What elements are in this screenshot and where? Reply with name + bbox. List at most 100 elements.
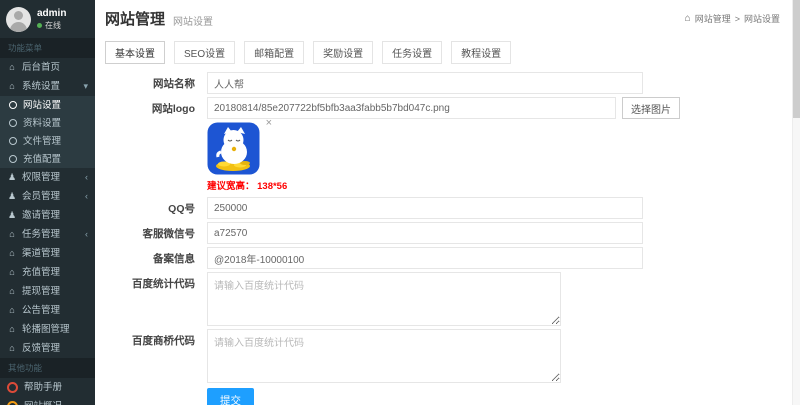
tab-seo-settings[interactable]: SEO设置 [174, 41, 235, 64]
tab-reward-settings[interactable]: 奖励设置 [313, 41, 373, 64]
sidebar-item-invite-manage[interactable]: ♟ 邀请管理 [0, 206, 95, 225]
sidebar-item-label: 充值配置 [23, 154, 61, 165]
sidebar-item-label: 会员管理 [22, 191, 60, 202]
user-info: admin 在线 [37, 8, 66, 31]
sidebar-item-label: 渠道管理 [22, 248, 60, 259]
orange-circle-icon [7, 401, 18, 405]
breadcrumb-parent[interactable]: 网站管理 [695, 12, 731, 25]
baidu-stats-textarea[interactable] [207, 272, 561, 326]
breadcrumb-separator: > [735, 14, 740, 24]
sidebar-item-site-overview[interactable]: 网站概况 [0, 397, 95, 405]
home-icon: ⌂ [7, 305, 17, 316]
topbar: 网站管理 网站设置 ⌂ 网站管理 > 网站设置 [95, 0, 800, 31]
sidebar-item-task-manage[interactable]: ⌂ 任务管理 ‹ [0, 225, 95, 244]
icp-label: 备案信息 [95, 247, 207, 266]
sidebar-item-notice-manage[interactable]: ⌂ 公告管理 [0, 301, 95, 320]
page-subtitle: 网站设置 [173, 13, 213, 28]
logo-size-hint: 建议宽高： 138*56 [207, 175, 800, 197]
site-logo-preview-image [207, 122, 260, 175]
chevron-left-icon: ‹ [85, 172, 88, 183]
sidebar-item-label: 资料设置 [23, 118, 61, 129]
submit-button[interactable]: 提交 [207, 388, 254, 405]
qq-input[interactable] [207, 197, 643, 219]
wechat-row: 客服微信号 [95, 222, 800, 244]
sidebar-item-recharge-config[interactable]: 充值配置 [0, 150, 95, 168]
tab-basic-settings[interactable]: 基本设置 [105, 41, 165, 64]
main-content: 网站管理 网站设置 ⌂ 网站管理 > 网站设置 基本设置 SEO设置 邮箱配置 … [95, 0, 800, 405]
submit-row: 提交 [207, 388, 800, 405]
home-icon: ⌂ [685, 13, 691, 24]
baidu-stats-label: 百度统计代码 [95, 272, 207, 291]
qq-label: QQ号 [95, 197, 207, 216]
sidebar-item-label: 后台首页 [22, 62, 60, 73]
sidebar-item-channel-manage[interactable]: ⌂ 渠道管理 [0, 244, 95, 263]
remove-logo-icon[interactable]: × [266, 118, 272, 128]
icp-row: 备案信息 [95, 247, 800, 269]
page-title: 网站管理 [105, 8, 165, 29]
sidebar-item-help-manual[interactable]: 帮助手册 [0, 378, 95, 397]
sidebar-item-profile-settings[interactable]: 资料设置 [0, 114, 95, 132]
wechat-input[interactable] [207, 222, 643, 244]
sidebar-item-recharge-manage[interactable]: ⌂ 充值管理 [0, 263, 95, 282]
tab-mail-config[interactable]: 邮箱配置 [244, 41, 304, 64]
sidebar-item-label: 文件管理 [23, 136, 61, 147]
site-name-input[interactable] [207, 72, 643, 94]
tab-tutorial-settings[interactable]: 教程设置 [451, 41, 511, 64]
icp-input[interactable] [207, 247, 643, 269]
site-logo-row: 网站logo 选择图片 [95, 97, 800, 119]
sidebar-item-label: 反馈管理 [22, 343, 60, 354]
tab-task-settings[interactable]: 任务设置 [382, 41, 442, 64]
sidebar-item-feedback-manage[interactable]: ⌂ 反馈管理 [0, 339, 95, 358]
scrollbar-thumb[interactable] [793, 0, 800, 118]
tab-bar: 基本设置 SEO设置 邮箱配置 奖励设置 任务设置 教程设置 [95, 34, 800, 70]
scrollbar-track[interactable] [792, 0, 800, 405]
sidebar-item-label: 充值管理 [22, 267, 60, 278]
system-settings-submenu: 网站设置 资料设置 文件管理 充值配置 [0, 96, 95, 168]
sidebar-item-dashboard[interactable]: ⌂ 后台首页 [0, 58, 95, 77]
sidebar-item-banner-manage[interactable]: ⌂ 轮播图管理 [0, 320, 95, 339]
home-icon: ⌂ [7, 62, 17, 73]
sidebar-item-label: 任务管理 [22, 229, 60, 240]
home-icon: ⌂ [7, 343, 17, 354]
sidebar-item-label: 网站概况 [24, 401, 62, 405]
home-icon: ⌂ [7, 229, 17, 240]
sidebar-item-file-manage[interactable]: 文件管理 [0, 132, 95, 150]
home-icon: ⌂ [7, 324, 17, 335]
choose-image-button[interactable]: 选择图片 [622, 97, 680, 119]
user-name: admin [37, 8, 66, 20]
sidebar-item-member-manage[interactable]: ♟ 会员管理 ‹ [0, 187, 95, 206]
baidu-bridge-row: 百度商桥代码 [95, 329, 800, 383]
baidu-bridge-textarea[interactable] [207, 329, 561, 383]
avatar [6, 7, 31, 32]
app-window: admin 在线 功能菜单 ⌂ 后台首页 ⌂ 系统设置 ▾ 网站设置 [0, 0, 800, 405]
user-status-label: 在线 [45, 20, 61, 31]
sidebar-item-label: 网站设置 [23, 100, 61, 111]
circle-icon [9, 119, 17, 127]
site-name-row: 网站名称 [95, 72, 800, 94]
sidebar-item-label: 帮助手册 [24, 382, 62, 393]
baidu-stats-row: 百度统计代码 [95, 272, 800, 326]
home-icon: ⌂ [7, 248, 17, 259]
site-logo-input[interactable] [207, 97, 616, 119]
chevron-left-icon: ‹ [85, 191, 88, 202]
users-icon: ♟ [7, 210, 17, 221]
sidebar-item-system-settings[interactable]: ⌂ 系统设置 ▾ [0, 77, 95, 96]
sidebar: admin 在线 功能菜单 ⌂ 后台首页 ⌂ 系统设置 ▾ 网站设置 [0, 0, 95, 405]
settings-form: 网站名称 网站logo 选择图片 [95, 70, 800, 405]
baidu-bridge-label: 百度商桥代码 [95, 329, 207, 348]
user-panel: admin 在线 [0, 0, 95, 38]
home-icon: ⌂ [7, 267, 17, 278]
user-status: 在线 [37, 20, 66, 31]
sidebar-item-permission-manage[interactable]: ♟ 权限管理 ‹ [0, 168, 95, 187]
users-icon: ♟ [7, 191, 17, 202]
breadcrumb: ⌂ 网站管理 > 网站设置 [685, 12, 780, 25]
online-dot-icon [37, 23, 42, 28]
home-icon: ⌂ [7, 81, 17, 92]
site-name-label: 网站名称 [95, 72, 207, 91]
sidebar-item-label: 系统设置 [22, 81, 60, 92]
sidebar-item-label: 权限管理 [22, 172, 60, 183]
sidebar-item-withdraw-manage[interactable]: ⌂ 提现管理 [0, 282, 95, 301]
circle-icon [9, 155, 17, 163]
home-icon: ⌂ [7, 286, 17, 297]
sidebar-item-site-settings[interactable]: 网站设置 [0, 96, 95, 114]
